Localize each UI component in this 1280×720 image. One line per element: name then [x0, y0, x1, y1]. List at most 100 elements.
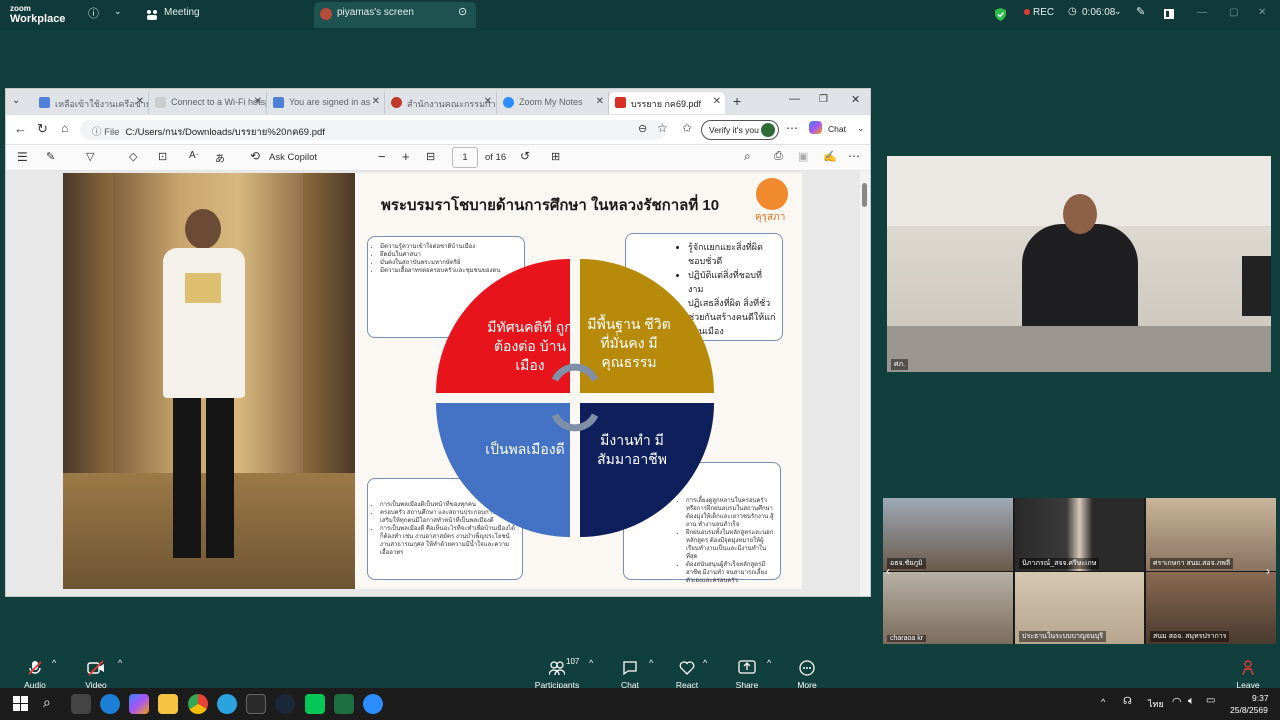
browser-tab[interactable]: You are signed in as ✕	[267, 92, 385, 114]
participant-tile[interactable]: นิภาภรณ์_สจจ.ศรีษะเกษ	[1015, 498, 1144, 571]
video-options-icon[interactable]: ^	[118, 658, 122, 668]
shield-icon[interactable]	[995, 8, 1006, 21]
translate-icon[interactable]: あ	[215, 150, 225, 165]
read-aloud-icon[interactable]: Aᐧ	[189, 150, 198, 161]
line-icon[interactable]	[305, 694, 325, 714]
leave-icon	[1242, 660, 1254, 676]
active-speaker-video[interactable]: ศภ.	[887, 156, 1271, 372]
annotate-icon[interactable]: ✎	[1136, 5, 1145, 18]
browser-tab-active[interactable]: บรรยาย กค69.pdf ✕	[609, 92, 725, 114]
zoom-out-icon[interactable]: −	[378, 149, 386, 164]
timer-chevron-icon[interactable]: ⌄	[1114, 6, 1122, 17]
browser-tab[interactable]: Zoom My Notes ✕	[497, 92, 609, 114]
browser-tab[interactable]: Connect to a Wi-Fi hotsp ✕	[149, 92, 267, 114]
participants-options-icon[interactable]: ^	[589, 658, 593, 668]
recording-indicator[interactable]: REC	[1024, 7, 1054, 18]
address-bar[interactable]: ⓘ File C:/Users/กนร/Downloads/บรรยาย%20กค…	[80, 120, 666, 140]
draw-icon[interactable]: ▽	[86, 150, 94, 163]
text-box-icon[interactable]: ⊡	[158, 150, 167, 163]
chat-label[interactable]: Chat	[828, 124, 846, 134]
zoom-in-icon[interactable]: +	[402, 149, 410, 164]
telegram-icon[interactable]	[217, 694, 237, 714]
steam-icon[interactable]	[275, 694, 295, 714]
maximize-icon[interactable]: ▢	[1229, 7, 1238, 18]
chevron-down-icon[interactable]: ⌄	[114, 6, 122, 17]
meeting-tab[interactable]: Meeting	[164, 7, 200, 18]
app-icon[interactable]	[246, 694, 266, 714]
gallery-next-icon[interactable]: ›	[1266, 564, 1270, 578]
minimize-icon[interactable]: —	[1197, 7, 1207, 18]
search-taskbar-icon[interactable]: ⌕	[43, 694, 51, 711]
browser-tab[interactable]: เหลือเข้าใช้งานเครือข่ายฯ ✕	[33, 92, 149, 114]
battery-icon[interactable]: ▭	[1206, 695, 1215, 706]
copilot-pdf-icon[interactable]: ⟲	[250, 149, 260, 163]
clock-time[interactable]: 9:37	[1252, 693, 1269, 703]
view-layout-icon[interactable]	[1164, 9, 1174, 19]
participant-tile[interactable]: ศราเกษกา สนม.สอจ.ภพลี	[1146, 498, 1276, 571]
tray-chevron-icon[interactable]: ^	[1101, 697, 1105, 707]
menu-dots-icon[interactable]: ⋯	[786, 121, 798, 135]
page-view-icon[interactable]: ⊞	[551, 150, 560, 163]
browser-minimize-icon[interactable]: —	[789, 93, 800, 105]
zoom-page-icon[interactable]: ⊖	[638, 122, 647, 135]
participant-tile[interactable]: charaoa kr	[883, 572, 1013, 644]
participant-tile[interactable]: อธจ.ชัยภูมิ	[883, 498, 1013, 571]
chat-options-icon[interactable]: ^	[649, 658, 653, 668]
react-button[interactable]: React	[657, 660, 717, 690]
back-icon[interactable]: ←	[14, 121, 27, 136]
microphone-muted-icon	[28, 661, 42, 675]
rotate-icon[interactable]: ↺	[520, 149, 530, 163]
new-tab-icon[interactable]: +	[733, 93, 741, 109]
browser-close-icon[interactable]: ✕	[851, 93, 860, 106]
eraser-icon[interactable]: ◇	[129, 150, 137, 163]
tab-list-icon[interactable]: ⌄	[12, 95, 20, 106]
zoom-taskbar-icon[interactable]	[363, 694, 383, 714]
contents-icon[interactable]: ☰	[17, 150, 28, 164]
react-options-icon[interactable]: ^	[703, 658, 707, 668]
highlight-icon[interactable]: ✎	[46, 150, 55, 163]
excel-icon[interactable]	[334, 694, 354, 714]
video-button[interactable]: Video	[66, 660, 126, 690]
favorite-star-icon[interactable]: ☆	[657, 121, 668, 135]
print-icon[interactable]: ⎙	[774, 150, 783, 163]
participant-tile[interactable]: สนม สอจ. สมุทรปราการ	[1146, 572, 1276, 644]
pdf-scrollbar[interactable]	[860, 171, 870, 596]
save-as-icon[interactable]: ✍	[823, 150, 837, 163]
save-icon[interactable]: ▣	[798, 150, 808, 163]
browser-restore-icon[interactable]: ❐	[819, 94, 828, 105]
page-number-input[interactable]: 1	[452, 147, 478, 168]
info-icon[interactable]: ⓘ	[88, 5, 99, 21]
wifi-icon[interactable]: ◠	[1172, 695, 1182, 708]
file-explorer-icon[interactable]	[158, 694, 178, 714]
chrome-icon[interactable]	[188, 694, 208, 714]
input-indicator-icon[interactable]: ☊	[1123, 696, 1132, 707]
meeting-controls: Audio ^ Video ^ Participants 107 ^ Chat …	[0, 648, 1280, 690]
more-options-icon[interactable]: ⊙	[458, 5, 467, 18]
verify-button[interactable]: Verify it's you	[701, 120, 779, 140]
fit-page-icon[interactable]: ⊟	[426, 150, 435, 163]
audio-options-icon[interactable]: ^	[52, 658, 56, 668]
copilot-icon[interactable]	[809, 121, 822, 134]
copilot-taskbar-icon[interactable]	[129, 694, 149, 714]
close-window-icon[interactable]: ✕	[1258, 7, 1266, 18]
gallery-prev-icon[interactable]: ‹	[886, 564, 890, 578]
windows-start-icon[interactable]	[13, 696, 28, 711]
clock-date[interactable]: 25/8/2569	[1230, 705, 1268, 715]
volume-icon[interactable]: 🔈︎	[1188, 695, 1195, 708]
search-icon[interactable]: ⌕	[744, 149, 751, 164]
language-indicator[interactable]: ไทย	[1148, 697, 1164, 711]
share-options-icon[interactable]: ^	[767, 658, 771, 668]
ask-copilot-button[interactable]: Ask Copilot	[269, 152, 317, 163]
more-button[interactable]: More	[777, 660, 837, 690]
task-view-icon[interactable]	[71, 694, 91, 714]
leave-button[interactable]: Leave	[1218, 660, 1278, 690]
favorites-icon[interactable]: ✩	[682, 121, 692, 135]
sidebar-chevron-icon[interactable]: ⌄	[857, 123, 865, 134]
pdf-viewer[interactable]: พระบรมราโชบายด้านการศึกษา ในหลวงรัชกาลที…	[6, 171, 870, 596]
home-icon[interactable]: ⌂	[61, 121, 68, 135]
pdf-more-icon[interactable]: ⋯	[848, 149, 860, 163]
edge-icon[interactable]	[100, 694, 120, 714]
refresh-icon[interactable]: ↻	[37, 121, 48, 137]
browser-tab[interactable]: สำนักงานคณะกรรมการ ✕	[385, 92, 497, 114]
participant-tile[interactable]: ประธานในระบบบาญจนบุรี	[1015, 572, 1144, 644]
